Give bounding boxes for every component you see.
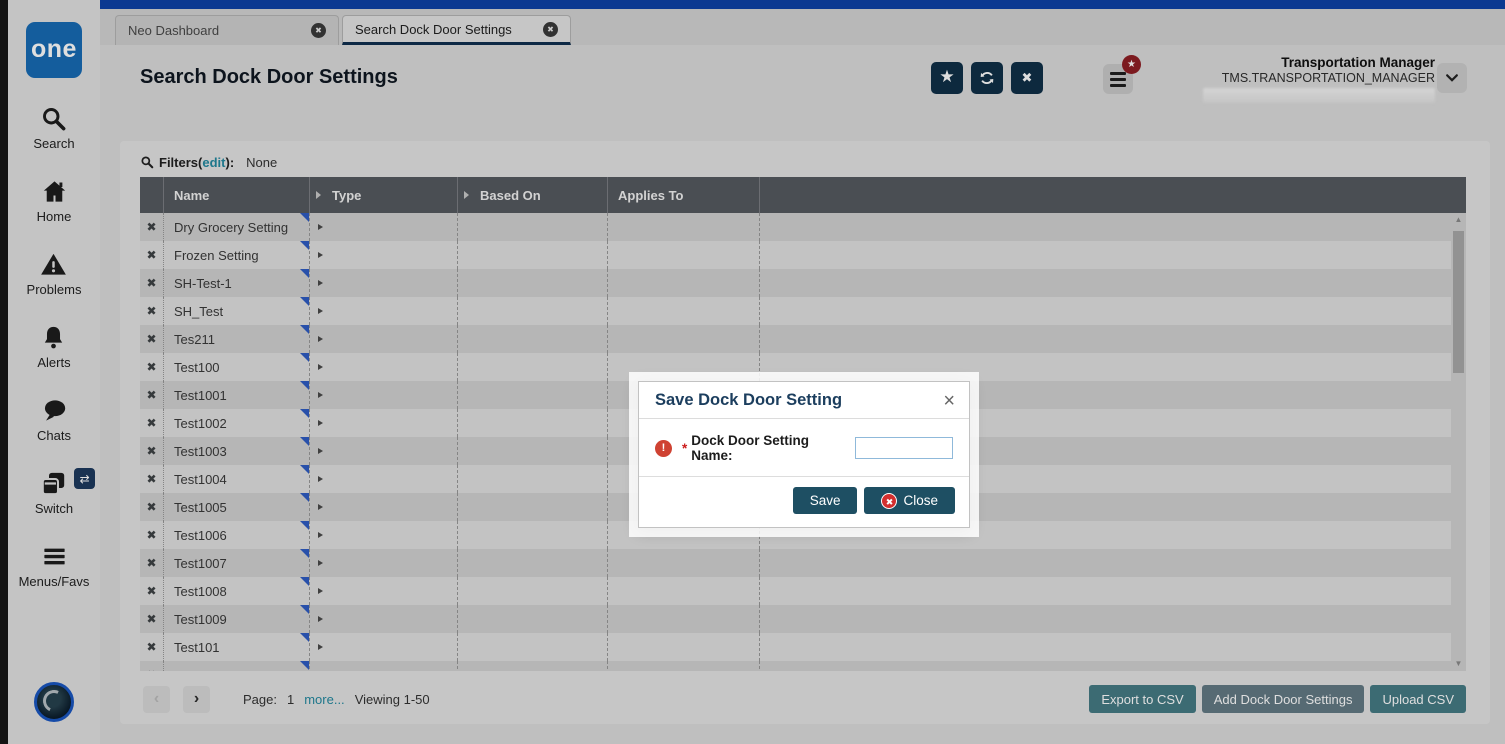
required-asterisk: * [682, 440, 688, 456]
close-circle-icon: ✖ [881, 492, 898, 509]
dialog-header: Save Dock Door Setting × [639, 382, 969, 419]
required-alert-icon: ! [655, 439, 672, 457]
close-button[interactable]: ✖ Close [864, 487, 955, 514]
dialog-close-icon[interactable]: × [943, 391, 955, 411]
save-button[interactable]: Save [792, 487, 858, 514]
save-dock-door-setting-dialog: Save Dock Door Setting × ! * Dock Door S… [638, 381, 970, 528]
dock-door-setting-name-input[interactable] [855, 437, 953, 459]
dialog-title: Save Dock Door Setting [655, 391, 843, 409]
app-window: one Search Home Problems Alerts Chats ⇄ … [0, 0, 1505, 744]
dialog-footer: Save ✖ Close [639, 477, 969, 527]
dialog-body: ! * Dock Door Setting Name: [639, 419, 969, 477]
dock-door-setting-name-label: Dock Door Setting Name: [691, 433, 810, 463]
modal-backdrop [0, 0, 1505, 744]
